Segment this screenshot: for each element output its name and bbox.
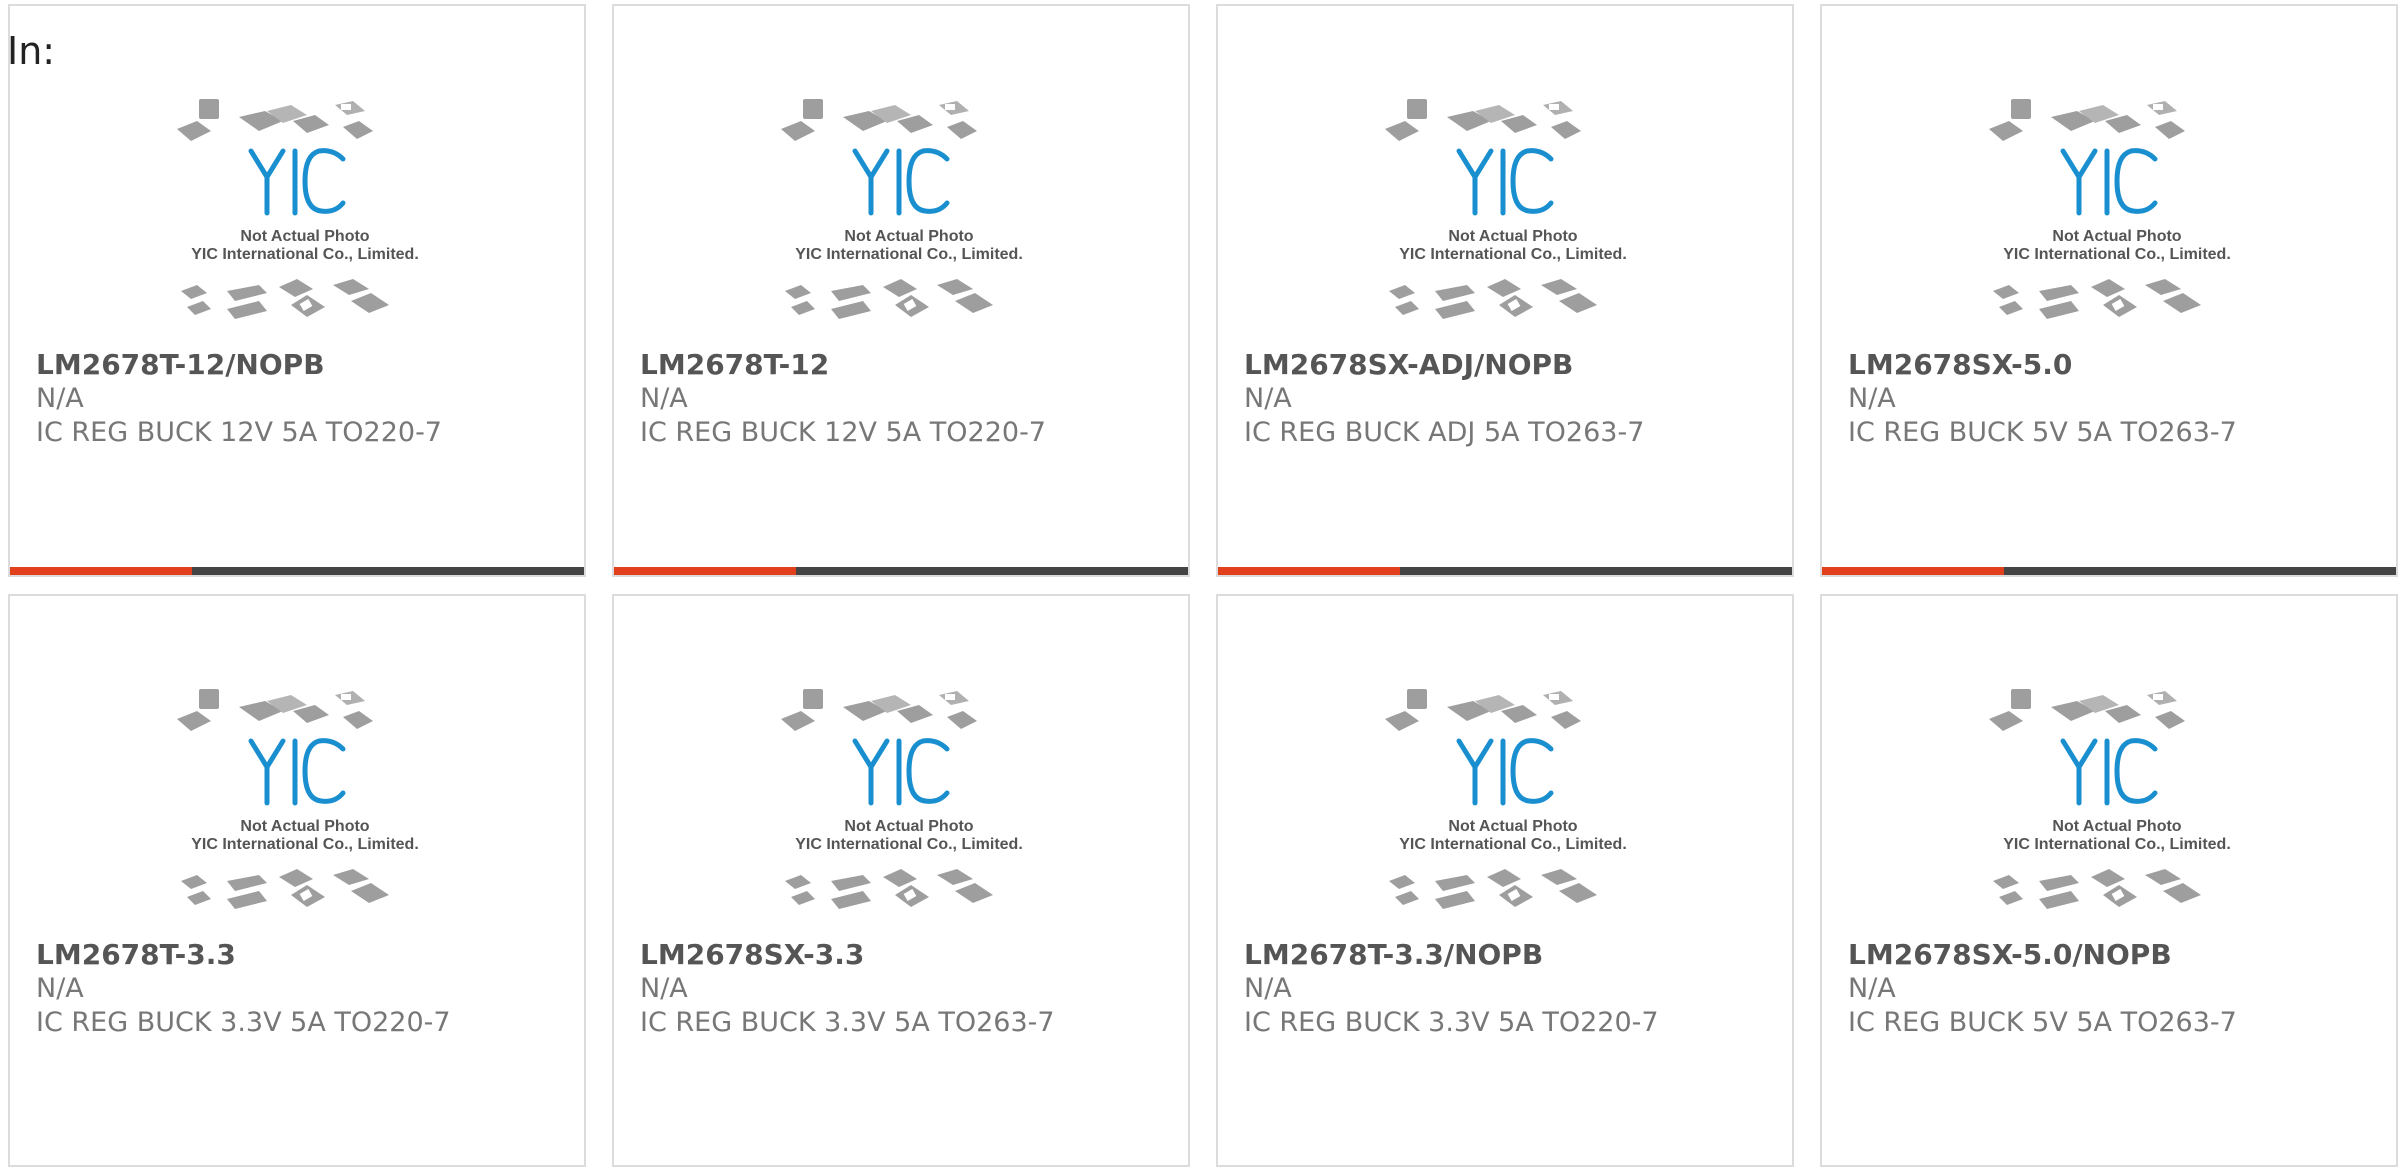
- chip-icons-bottom: [1993, 279, 2201, 319]
- svg-text:YIC International Co., Limited: YIC International Co., Limited.: [795, 246, 1023, 263]
- product-image[interactable]: Not Actual Photo YIC International Co., …: [1979, 685, 2255, 931]
- chip-icons-bottom: [1389, 869, 1597, 909]
- chip-icons-top: [1385, 99, 1581, 141]
- product-part-number[interactable]: LM2678SX-5.0/NOPB: [1848, 938, 2376, 972]
- product-card[interactable]: Not Actual Photo YIC International Co., …: [8, 4, 586, 577]
- svg-text:Not Actual Photo: Not Actual Photo: [1448, 228, 1577, 245]
- chip-icons-bottom: [181, 279, 389, 319]
- product-part-number[interactable]: LM2678T-12/NOPB: [36, 348, 564, 382]
- product-part-number[interactable]: LM2678T-12: [640, 348, 1168, 382]
- product-card[interactable]: Not Actual Photo YIC International Co., …: [1820, 4, 2398, 577]
- svg-text:YIC International Co., Limited: YIC International Co., Limited.: [2003, 246, 2231, 263]
- product-description: IC REG BUCK 12V 5A TO220-7: [640, 417, 1046, 448]
- product-description: IC REG BUCK 3.3V 5A TO220-7: [36, 1007, 451, 1038]
- product-manufacturer: N/A: [36, 383, 84, 414]
- yic-logo-icon: [852, 738, 950, 806]
- product-image[interactable]: Not Actual Photo YIC International Co., …: [1375, 95, 1651, 341]
- product-image[interactable]: Not Actual Photo YIC International Co., …: [771, 685, 1047, 931]
- product-description: IC REG BUCK ADJ 5A TO263-7: [1244, 417, 1645, 448]
- product-grid: Not Actual Photo YIC International Co., …: [0, 0, 2400, 1167]
- yic-logo-icon: [2060, 148, 2158, 216]
- yic-logo-icon: [1456, 148, 1554, 216]
- chip-icons-top: [177, 689, 373, 731]
- svg-text:YIC International Co., Limited: YIC International Co., Limited.: [2003, 836, 2231, 853]
- chip-icons-bottom: [181, 869, 389, 909]
- product-card[interactable]: Not Actual Photo YIC International Co., …: [8, 594, 586, 1167]
- product-description: IC REG BUCK 5V 5A TO263-7: [1848, 1007, 2237, 1038]
- product-manufacturer: N/A: [1848, 973, 1896, 1004]
- svg-text:Not Actual Photo: Not Actual Photo: [240, 228, 369, 245]
- yic-logo-icon: [248, 148, 346, 216]
- svg-text:Not Actual Photo: Not Actual Photo: [240, 818, 369, 835]
- product-description: IC REG BUCK 3.3V 5A TO263-7: [640, 1007, 1055, 1038]
- product-part-number[interactable]: LM2678SX-5.0: [1848, 348, 2376, 382]
- product-card[interactable]: Not Actual Photo YIC International Co., …: [612, 594, 1190, 1167]
- product-description: IC REG BUCK 5V 5A TO263-7: [1848, 417, 2237, 448]
- product-card[interactable]: Not Actual Photo YIC International Co., …: [612, 4, 1190, 577]
- product-card[interactable]: Not Actual Photo YIC International Co., …: [1820, 594, 2398, 1167]
- card-accent-bar-highlight: [1822, 567, 2004, 575]
- product-part-number[interactable]: LM2678SX-ADJ/NOPB: [1244, 348, 1772, 382]
- svg-text:YIC International Co., Limited: YIC International Co., Limited.: [191, 246, 419, 263]
- product-manufacturer: N/A: [1848, 383, 1896, 414]
- svg-text:Not Actual Photo: Not Actual Photo: [1448, 818, 1577, 835]
- product-manufacturer: N/A: [1244, 383, 1292, 414]
- product-description: IC REG BUCK 12V 5A TO220-7: [36, 417, 442, 448]
- card-accent-bar-highlight: [1218, 567, 1400, 575]
- product-card[interactable]: Not Actual Photo YIC International Co., …: [1216, 594, 1794, 1167]
- svg-text:YIC International Co., Limited: YIC International Co., Limited.: [191, 836, 419, 853]
- card-accent-bar: [10, 567, 584, 575]
- svg-text:YIC International Co., Limited: YIC International Co., Limited.: [795, 836, 1023, 853]
- card-accent-bar: [1822, 567, 2396, 575]
- product-part-number[interactable]: LM2678SX-3.3: [640, 938, 1168, 972]
- chip-icons-top: [781, 99, 977, 141]
- svg-text:Not Actual Photo: Not Actual Photo: [844, 818, 973, 835]
- product-manufacturer: N/A: [640, 973, 688, 1004]
- product-image[interactable]: Not Actual Photo YIC International Co., …: [1375, 685, 1651, 931]
- chip-icons-bottom: [1389, 279, 1597, 319]
- chip-icons-bottom: [785, 869, 993, 909]
- product-image[interactable]: Not Actual Photo YIC International Co., …: [771, 95, 1047, 341]
- svg-text:Not Actual Photo: Not Actual Photo: [2052, 228, 2181, 245]
- product-description: IC REG BUCK 3.3V 5A TO220-7: [1244, 1007, 1659, 1038]
- product-manufacturer: N/A: [640, 383, 688, 414]
- card-accent-bar-highlight: [614, 567, 796, 575]
- chip-icons-top: [1989, 99, 2185, 141]
- yic-logo-icon: [1456, 738, 1554, 806]
- product-manufacturer: N/A: [36, 973, 84, 1004]
- product-manufacturer: N/A: [1244, 973, 1292, 1004]
- product-part-number[interactable]: LM2678T-3.3: [36, 938, 564, 972]
- card-accent-bar: [614, 567, 1188, 575]
- yic-logo-icon: [2060, 738, 2158, 806]
- chip-icons-top: [1385, 689, 1581, 731]
- chip-icons-top: [177, 99, 373, 141]
- product-part-number[interactable]: LM2678T-3.3/NOPB: [1244, 938, 1772, 972]
- chip-icons-bottom: [785, 279, 993, 319]
- product-image[interactable]: Not Actual Photo YIC International Co., …: [167, 685, 443, 931]
- chip-icons-bottom: [1993, 869, 2201, 909]
- page-label: In:: [7, 29, 56, 73]
- product-image[interactable]: Not Actual Photo YIC International Co., …: [167, 95, 443, 341]
- product-card[interactable]: Not Actual Photo YIC International Co., …: [1216, 4, 1794, 577]
- product-image[interactable]: Not Actual Photo YIC International Co., …: [1979, 95, 2255, 341]
- svg-text:YIC International Co., Limited: YIC International Co., Limited.: [1399, 246, 1627, 263]
- svg-text:Not Actual Photo: Not Actual Photo: [844, 228, 973, 245]
- yic-logo-icon: [852, 148, 950, 216]
- svg-text:YIC International Co., Limited: YIC International Co., Limited.: [1399, 836, 1627, 853]
- chip-icons-top: [781, 689, 977, 731]
- svg-text:Not Actual Photo: Not Actual Photo: [2052, 818, 2181, 835]
- card-accent-bar-highlight: [10, 567, 192, 575]
- card-accent-bar: [1218, 567, 1792, 575]
- yic-logo-icon: [248, 738, 346, 806]
- chip-icons-top: [1989, 689, 2185, 731]
